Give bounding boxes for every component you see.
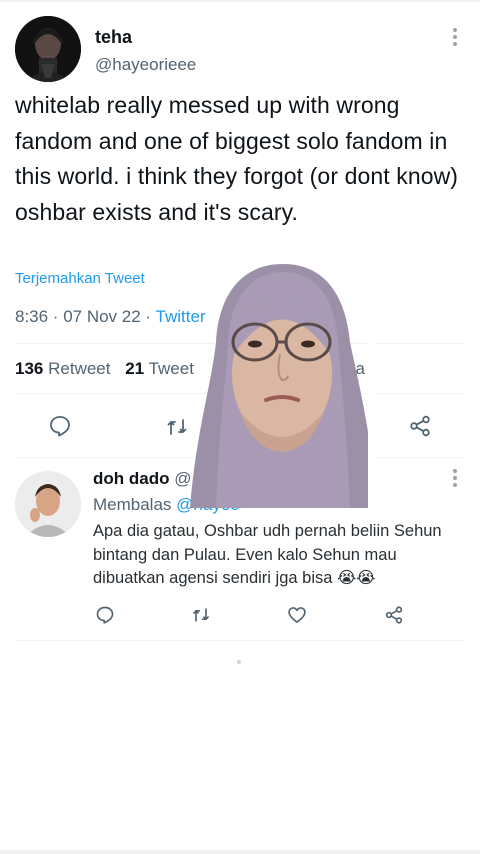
reply-like-icon[interactable] <box>287 605 307 625</box>
reply-handle[interactable]: @ <box>174 469 191 488</box>
quote-label: Tweet <box>148 359 194 378</box>
reply-avatar[interactable] <box>15 471 81 537</box>
author-display-name[interactable]: teha <box>95 27 132 48</box>
loading-indicator <box>237 660 241 664</box>
reply-retweet-icon[interactable] <box>191 605 211 625</box>
translate-tweet-link[interactable]: Terjemahkan Tweet <box>15 270 145 287</box>
bottom-divider <box>0 850 480 854</box>
tweet-stats: 136 Retweet 21 Tweet <box>15 359 194 379</box>
share-icon[interactable] <box>408 414 432 438</box>
replying-to-label: Membalas <box>93 495 172 514</box>
reply-display-name[interactable]: doh dado <box>93 469 169 488</box>
retweet-stat[interactable]: 136 Retweet <box>15 359 110 378</box>
retweet-icon[interactable] <box>165 415 189 439</box>
tweet-timestamp: 8:36 · 07 Nov 22 · Twitter <box>15 307 206 327</box>
person-overlay-photo <box>190 262 376 508</box>
reply-icon[interactable] <box>48 414 72 438</box>
author-handle[interactable]: @hayeorieee <box>95 55 196 75</box>
retweet-count: 136 <box>15 359 44 378</box>
reply-text-body: Apa dia gatau, Oshbar udh pernah beliin … <box>93 522 442 587</box>
divider <box>15 640 465 641</box>
top-divider <box>0 0 480 2</box>
quote-stat[interactable]: 21 Tweet <box>125 359 194 378</box>
tweet-text: whitelab really messed up with wrong fan… <box>15 92 459 225</box>
more-options-icon[interactable] <box>453 28 457 49</box>
tweet-time[interactable]: 8:36 · 07 Nov 22 · <box>15 307 156 326</box>
reply-more-options-icon[interactable] <box>453 469 457 490</box>
crying-emoji: 😭😭 <box>337 569 376 587</box>
quote-count: 21 <box>125 359 145 378</box>
reply-reply-icon[interactable] <box>95 605 115 625</box>
reply-author-line: doh dado @ <box>93 469 191 489</box>
reply-share-icon[interactable] <box>384 605 404 625</box>
author-avatar[interactable] <box>15 16 81 82</box>
retweet-label: Retweet <box>48 359 111 378</box>
reply-text: Apa dia gatau, Oshbar udh pernah beliin … <box>93 520 463 591</box>
